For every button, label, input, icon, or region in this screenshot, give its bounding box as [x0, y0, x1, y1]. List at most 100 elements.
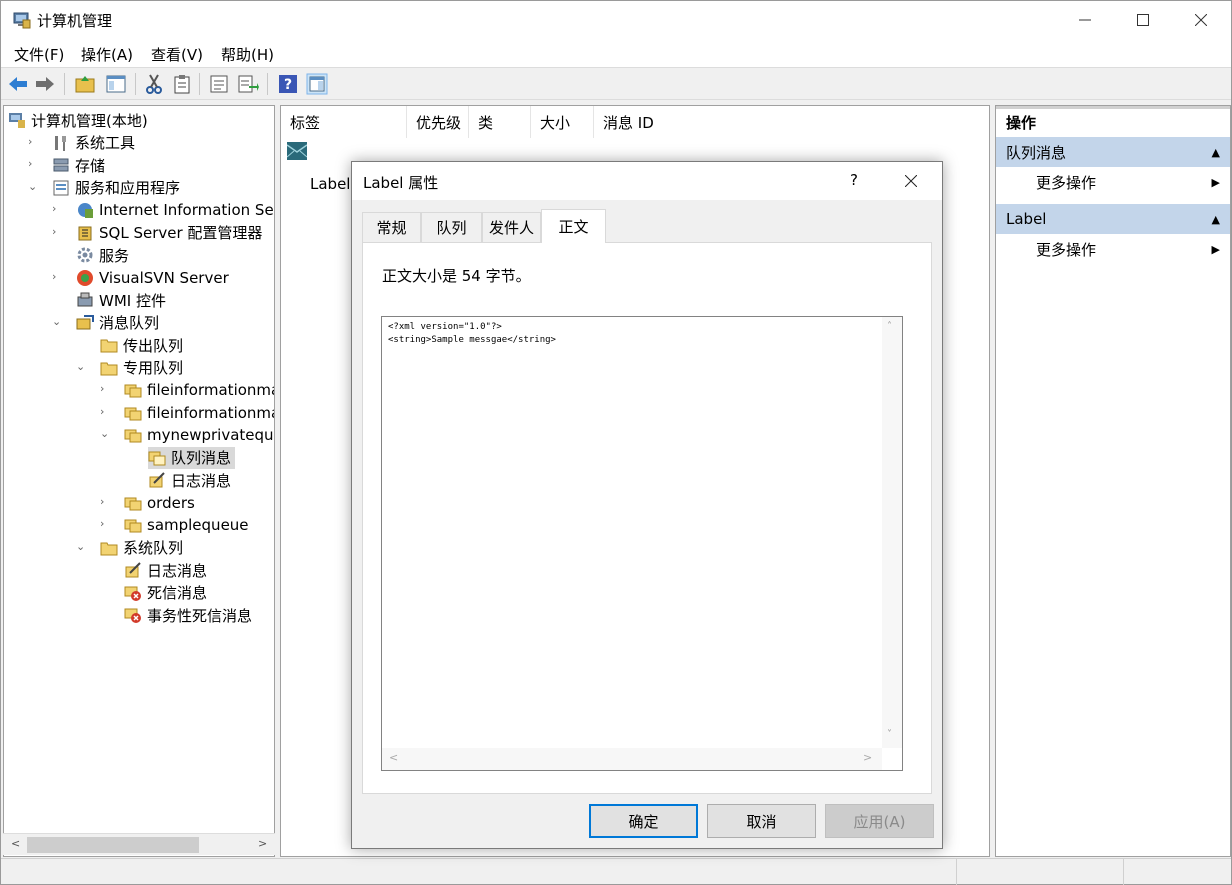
tree-item[interactable]: 队列消息 [148, 446, 236, 469]
table-row[interactable]: Label 3 正常 54 61dea4d2-905d-4b85-a7fb-ba… [281, 139, 939, 202]
tree-item[interactable]: 死信消息 [124, 582, 207, 604]
cancel-button[interactable]: 取消 [707, 804, 816, 838]
scroll-up-icon[interactable]: ˄ [887, 321, 892, 332]
tree-item-label: fileinformationmanag [147, 381, 274, 399]
help-question-button[interactable]: ? [850, 171, 858, 189]
tree-item[interactable]: 系统队列 [100, 537, 183, 559]
tree-item[interactable]: 日志消息 [124, 559, 207, 581]
apply-button[interactable]: 应用(A) [825, 804, 934, 838]
paste-icon[interactable] [171, 73, 193, 95]
tree-item[interactable]: VisualSVN Server [76, 267, 229, 289]
tab-general[interactable]: 常规 [362, 212, 421, 242]
ok-button[interactable]: 确定 [589, 804, 698, 838]
tree-item[interactable]: 日志消息 [148, 469, 231, 491]
computer-management-icon [13, 12, 31, 29]
more-actions-label: 更多操作 [1036, 173, 1097, 192]
tree-horizontal-scrollbar[interactable]: < > [3, 833, 275, 855]
tree-item[interactable]: 传出队列 [100, 334, 183, 356]
vertical-scrollbar[interactable]: ˄ ˅ [882, 317, 902, 748]
show-action-pane-icon[interactable] [306, 73, 328, 95]
scroll-right-icon[interactable]: > [258, 837, 267, 850]
section-header-label: 队列消息 [1006, 143, 1067, 162]
expanded-chevron-icon[interactable]: ⌄ [100, 427, 109, 440]
tree-item[interactable]: orders [124, 492, 195, 514]
up-folder-icon[interactable] [74, 73, 96, 95]
tree-item[interactable]: mynewprivatequeue [124, 424, 274, 446]
expanded-chevron-icon[interactable]: ⌄ [52, 315, 61, 328]
scrollbar-thumb[interactable] [27, 837, 199, 853]
actions-pane: 操作 队列消息 ▲ 更多操作 ▶ Label ▲ 更多操作 ▶ [995, 105, 1231, 857]
tree-item[interactable]: samplequeue [124, 514, 249, 536]
horizontal-scrollbar[interactable]: < > [382, 748, 882, 770]
actions-section-label[interactable]: Label ▲ [996, 204, 1230, 234]
more-actions-item[interactable]: 更多操作 ▶ [996, 167, 1230, 197]
tree-item[interactable]: SQL Server 配置管理器 [76, 222, 262, 244]
collapsed-chevron-icon[interactable]: › [28, 157, 32, 170]
cut-icon[interactable] [143, 73, 165, 95]
menu-file[interactable]: 文件(F) [14, 44, 64, 65]
column-header-label[interactable]: 标签 [281, 106, 407, 138]
more-actions-item[interactable]: 更多操作 ▶ [996, 234, 1230, 264]
collapsed-chevron-icon[interactable]: › [52, 225, 56, 238]
body-content-box[interactable]: <?xml version="1.0"?> <string>Sample mes… [381, 316, 903, 771]
tree-item[interactable]: fileinformationmanag [124, 379, 274, 401]
tree-item[interactable]: 专用队列 [100, 357, 183, 379]
scroll-left-icon[interactable]: < [389, 751, 398, 764]
submenu-arrow-icon: ▶ [1211, 242, 1220, 256]
tab-sender[interactable]: 发件人 [482, 212, 541, 242]
scroll-left-icon[interactable]: < [11, 837, 20, 850]
maximize-button[interactable] [1114, 1, 1172, 39]
collapsed-chevron-icon[interactable]: › [100, 405, 104, 418]
expanded-chevron-icon[interactable]: ⌄ [28, 180, 37, 193]
tree-item-label: 消息队列 [99, 314, 160, 332]
column-header-priority[interactable]: 优先级 [407, 106, 469, 138]
tree-item[interactable]: fileinformationmanag [124, 402, 274, 424]
tree-item[interactable]: 存储 [52, 154, 105, 176]
tree-item[interactable]: 事务性死信消息 [124, 604, 252, 626]
show-hide-tree-icon[interactable] [105, 73, 127, 95]
minimize-button[interactable] [1056, 1, 1114, 39]
tab-body[interactable]: 正文 [541, 209, 606, 243]
tree-item[interactable]: 服务 [76, 244, 129, 266]
folder-icon [100, 339, 118, 353]
tree-item[interactable]: 消息队列 [76, 312, 159, 334]
menu-help[interactable]: 帮助(H) [221, 44, 274, 65]
collapsed-chevron-icon[interactable]: › [28, 135, 32, 148]
collapsed-chevron-icon[interactable]: › [100, 495, 104, 508]
actions-section-queue-messages[interactable]: 队列消息 ▲ [996, 137, 1230, 167]
forward-icon[interactable] [34, 73, 56, 95]
tree-item[interactable]: 系统工具 [52, 132, 135, 154]
gear-icon [77, 247, 93, 263]
properties-icon[interactable] [208, 73, 230, 95]
collapsed-chevron-icon[interactable]: › [100, 517, 104, 530]
status-bar [1, 858, 1231, 885]
collapse-icon[interactable]: ▲ [1212, 213, 1220, 226]
back-icon[interactable] [7, 73, 29, 95]
tree-item[interactable]: Internet Information Service [76, 199, 274, 221]
dialog-close-icon[interactable] [905, 175, 917, 187]
menu-view[interactable]: 查看(V) [151, 44, 203, 65]
tree-item-label: 死信消息 [147, 584, 208, 602]
export-list-icon[interactable] [237, 73, 259, 95]
expanded-chevron-icon[interactable]: ⌄ [76, 540, 85, 553]
tree-item[interactable]: WMI 控件 [76, 289, 166, 311]
menu-action[interactable]: 操作(A) [81, 44, 133, 65]
column-header-message-id[interactable]: 消息 ID [594, 106, 939, 138]
help-icon[interactable]: ? [277, 73, 299, 95]
properties-dialog: Label 属性 ? 常规 队列 发件人 正文 正文大小是 54 字节。 <?x… [351, 161, 943, 849]
column-header-class[interactable]: 类 [469, 106, 531, 138]
scroll-right-icon[interactable]: > [863, 751, 872, 764]
expanded-chevron-icon[interactable]: ⌄ [76, 360, 85, 373]
column-header-size[interactable]: 大小 [531, 106, 594, 138]
tree-item[interactable]: 服务和应用程序 [52, 177, 180, 199]
dead-letter-icon [124, 586, 141, 601]
tree-item[interactable]: 计算机管理(本地) [8, 109, 148, 131]
tab-queue[interactable]: 队列 [421, 212, 482, 242]
tree-item-label: 计算机管理(本地) [31, 111, 148, 130]
scroll-down-icon[interactable]: ˅ [887, 729, 892, 740]
collapsed-chevron-icon[interactable]: › [52, 270, 56, 283]
collapsed-chevron-icon[interactable]: › [52, 202, 56, 215]
close-button[interactable] [1172, 1, 1230, 39]
collapse-icon[interactable]: ▲ [1212, 146, 1220, 159]
collapsed-chevron-icon[interactable]: › [100, 382, 104, 395]
